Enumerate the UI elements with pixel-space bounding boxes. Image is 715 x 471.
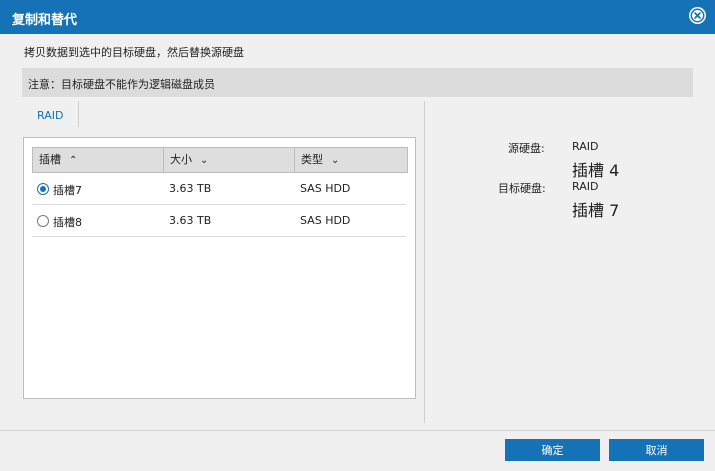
target-disk-label: 目标硬盘: (498, 182, 546, 195)
dialog-description: 拷贝数据到选中的目标硬盘，然后替换源硬盘 (24, 46, 244, 59)
source-disk-raid: RAID (572, 140, 599, 153)
column-header-type[interactable]: 类型 ⌄ (295, 148, 407, 172)
source-disk-label: 源硬盘: (508, 142, 545, 155)
row-type: SAS HDD (300, 182, 351, 195)
radio-selected-icon[interactable] (37, 183, 49, 195)
ok-button[interactable]: 确定 (505, 439, 600, 461)
footer-divider (0, 430, 715, 431)
row-size: 3.63 TB (169, 182, 212, 195)
column-header-type-label: 类型 (301, 153, 323, 166)
notice-bar: 注意：目标硬盘不能作为逻辑磁盘成员 (22, 68, 693, 97)
table-header: 插槽 ⌃ 大小 ⌄ 类型 ⌄ (32, 147, 408, 173)
row-slot: 插槽7 (53, 184, 82, 197)
notice-text: 注意：目标硬盘不能作为逻辑磁盘成员 (28, 78, 215, 91)
target-disk-slot: 插槽 7 (572, 201, 620, 220)
target-disk-raid: RAID (572, 180, 599, 193)
sort-up-icon: ⌃ (69, 155, 78, 166)
panel-divider (424, 101, 425, 423)
cancel-button[interactable]: 取消 (609, 439, 704, 461)
radio-unselected-icon[interactable] (37, 215, 49, 227)
table-row[interactable]: 插槽7 3.63 TB SAS HDD (32, 173, 406, 205)
source-disk-slot: 插槽 4 (572, 161, 620, 180)
tab-raid[interactable]: RAID (24, 101, 79, 127)
table-row[interactable]: 插槽8 3.63 TB SAS HDD (32, 205, 406, 237)
column-header-size[interactable]: 大小 ⌄ (164, 148, 295, 172)
disk-table: 插槽 ⌃ 大小 ⌄ 类型 ⌄ 插槽7 3.63 TB SAS HDD 插槽8 3.63… (23, 137, 416, 399)
close-icon[interactable] (689, 7, 706, 24)
dialog-title: 复制和替代 (12, 13, 78, 28)
title-bar: 复制和替代 (0, 0, 715, 34)
row-size: 3.63 TB (169, 214, 212, 227)
tab-raid-label: RAID (37, 109, 64, 122)
sort-down-icon: ⌄ (200, 155, 209, 166)
column-header-slot-label: 插槽 (39, 153, 61, 166)
sort-down-icon: ⌄ (331, 155, 340, 166)
column-header-size-label: 大小 (170, 153, 192, 166)
column-header-slot[interactable]: 插槽 ⌃ (33, 148, 164, 172)
row-type: SAS HDD (300, 214, 351, 227)
row-slot: 插槽8 (53, 216, 82, 229)
